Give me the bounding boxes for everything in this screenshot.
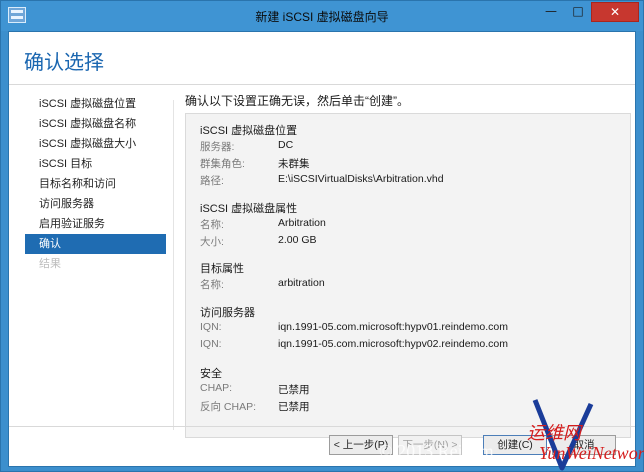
path-value: E:\iSCSIVirtualDisks\Arbitration.vhd: [278, 173, 444, 185]
disk-location-section-title: iSCSI 虚拟磁盘位置: [200, 125, 298, 137]
header-divider: [9, 84, 635, 85]
cluster-role-row: 群集角色: 未群集: [200, 156, 620, 172]
maximize-button[interactable]: □: [565, 2, 591, 22]
iqn-row-2: IQN: iqn.1991-05.com.microsoft:hypv02.re…: [200, 338, 620, 354]
target-name-row: 名称: arbitration: [200, 277, 620, 293]
server-label: 服务器:: [200, 141, 235, 153]
nav-item-access-servers[interactable]: 访问服务器: [25, 194, 166, 214]
close-button[interactable]: ✕: [591, 2, 639, 22]
nav-item-enable-authentication[interactable]: 启用验证服务: [25, 214, 166, 234]
nav-item-disk-name[interactable]: iSCSI 虚拟磁盘名称: [25, 114, 166, 134]
nav-item-disk-location[interactable]: iSCSI 虚拟磁盘位置: [25, 94, 166, 114]
nav-item-disk-size[interactable]: iSCSI 虚拟磁盘大小: [25, 134, 166, 154]
target-name-label: 名称:: [200, 279, 224, 291]
navigation-separator: [173, 100, 174, 430]
cluster-role-label: 群集角色:: [200, 158, 245, 170]
server-value: DC: [278, 139, 294, 151]
brand-top-text: 运维网: [527, 423, 581, 443]
maximize-icon: □: [572, 4, 584, 18]
path-row: 路径: E:\iSCSIVirtualDisks\Arbitration.vhd: [200, 173, 620, 189]
disk-properties-section-title: iSCSI 虚拟磁盘属性: [200, 203, 298, 215]
confirmation-instruction: 确认以下设置正确无误，然后单击“创建”。: [185, 94, 409, 108]
iqn-row-1: IQN: iqn.1991-05.com.microsoft:hypv01.re…: [200, 321, 620, 337]
chap-value: 已禁用: [278, 384, 310, 396]
iqn-value-1: iqn.1991-05.com.microsoft:hypv01.reindem…: [278, 321, 508, 333]
disk-name-value: Arbitration: [278, 217, 326, 229]
wizard-navigation: iSCSI 虚拟磁盘位置 iSCSI 虚拟磁盘名称 iSCSI 虚拟磁盘大小 i…: [25, 94, 166, 274]
nav-item-confirmation[interactable]: 确认: [25, 234, 166, 254]
security-section-title: 安全: [200, 368, 222, 380]
disk-name-label: 名称:: [200, 219, 224, 231]
iqn-value-2: iqn.1991-05.com.microsoft:hypv02.reindem…: [278, 338, 508, 350]
disk-size-label: 大小:: [200, 236, 224, 248]
confirmation-summary: iSCSI 虚拟磁盘位置 服务器: DC 群集角色: 未群集 路径: E:\iS…: [185, 113, 631, 438]
target-name-value: arbitration: [278, 277, 325, 289]
target-properties-section-title: 目标属性: [200, 263, 244, 275]
nav-item-target-name-access[interactable]: 目标名称和访问: [25, 174, 166, 194]
brand-bottom-text: YunWeiNetwork: [539, 443, 644, 463]
brand-watermark: 运维网 YunWeiNetwork: [527, 419, 644, 472]
minimize-icon: —: [545, 4, 557, 18]
disk-size-row: 大小: 2.00 GB: [200, 234, 620, 250]
nav-item-iscsi-target[interactable]: iSCSI 目标: [25, 154, 166, 174]
server-row: 服务器: DC: [200, 139, 620, 155]
reverse-chap-value: 已禁用: [278, 401, 310, 413]
access-servers-section-title: 访问服务器: [200, 307, 255, 319]
iqn-label-2: IQN:: [200, 338, 222, 350]
nav-item-results: 结果: [39, 258, 61, 270]
iqn-label-1: IQN:: [200, 321, 222, 333]
close-icon: ✕: [609, 5, 621, 19]
wizard-window: 新建 iSCSI 虚拟磁盘向导 — □ ✕ 确认选择 iSCSI 虚拟磁盘位置 …: [0, 0, 644, 472]
title-bar[interactable]: 新建 iSCSI 虚拟磁盘向导 — □ ✕: [1, 1, 643, 31]
minimize-button[interactable]: —: [537, 2, 565, 22]
disk-name-row: 名称: Arbitration: [200, 217, 620, 233]
path-label: 路径:: [200, 175, 224, 187]
reverse-chap-label: 反向 CHAP:: [200, 401, 257, 413]
page-title: 确认选择: [24, 52, 104, 74]
chap-label: CHAP:: [200, 382, 233, 394]
disk-size-value: 2.00 GB: [278, 234, 317, 246]
cluster-role-value: 未群集: [278, 158, 310, 170]
